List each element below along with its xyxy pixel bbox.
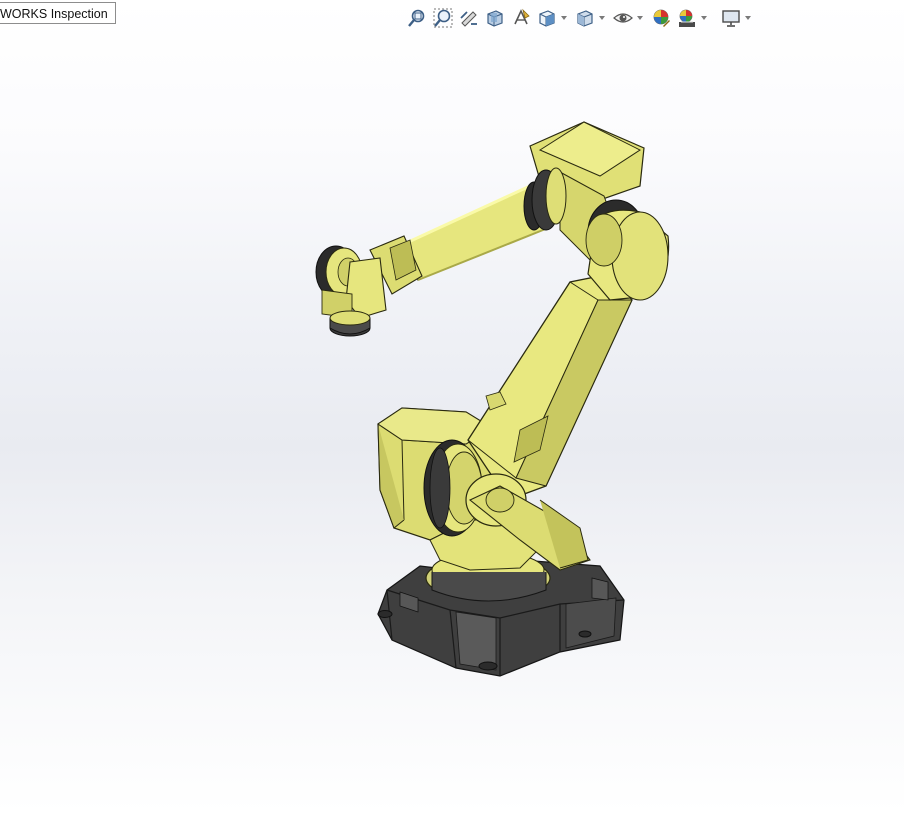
lower-arm bbox=[467, 273, 633, 501]
wrist bbox=[315, 235, 423, 319]
forearm bbox=[403, 167, 567, 281]
tool-flange bbox=[329, 310, 371, 337]
elbow-joint bbox=[585, 199, 670, 301]
graphics-area[interactable] bbox=[0, 0, 904, 813]
